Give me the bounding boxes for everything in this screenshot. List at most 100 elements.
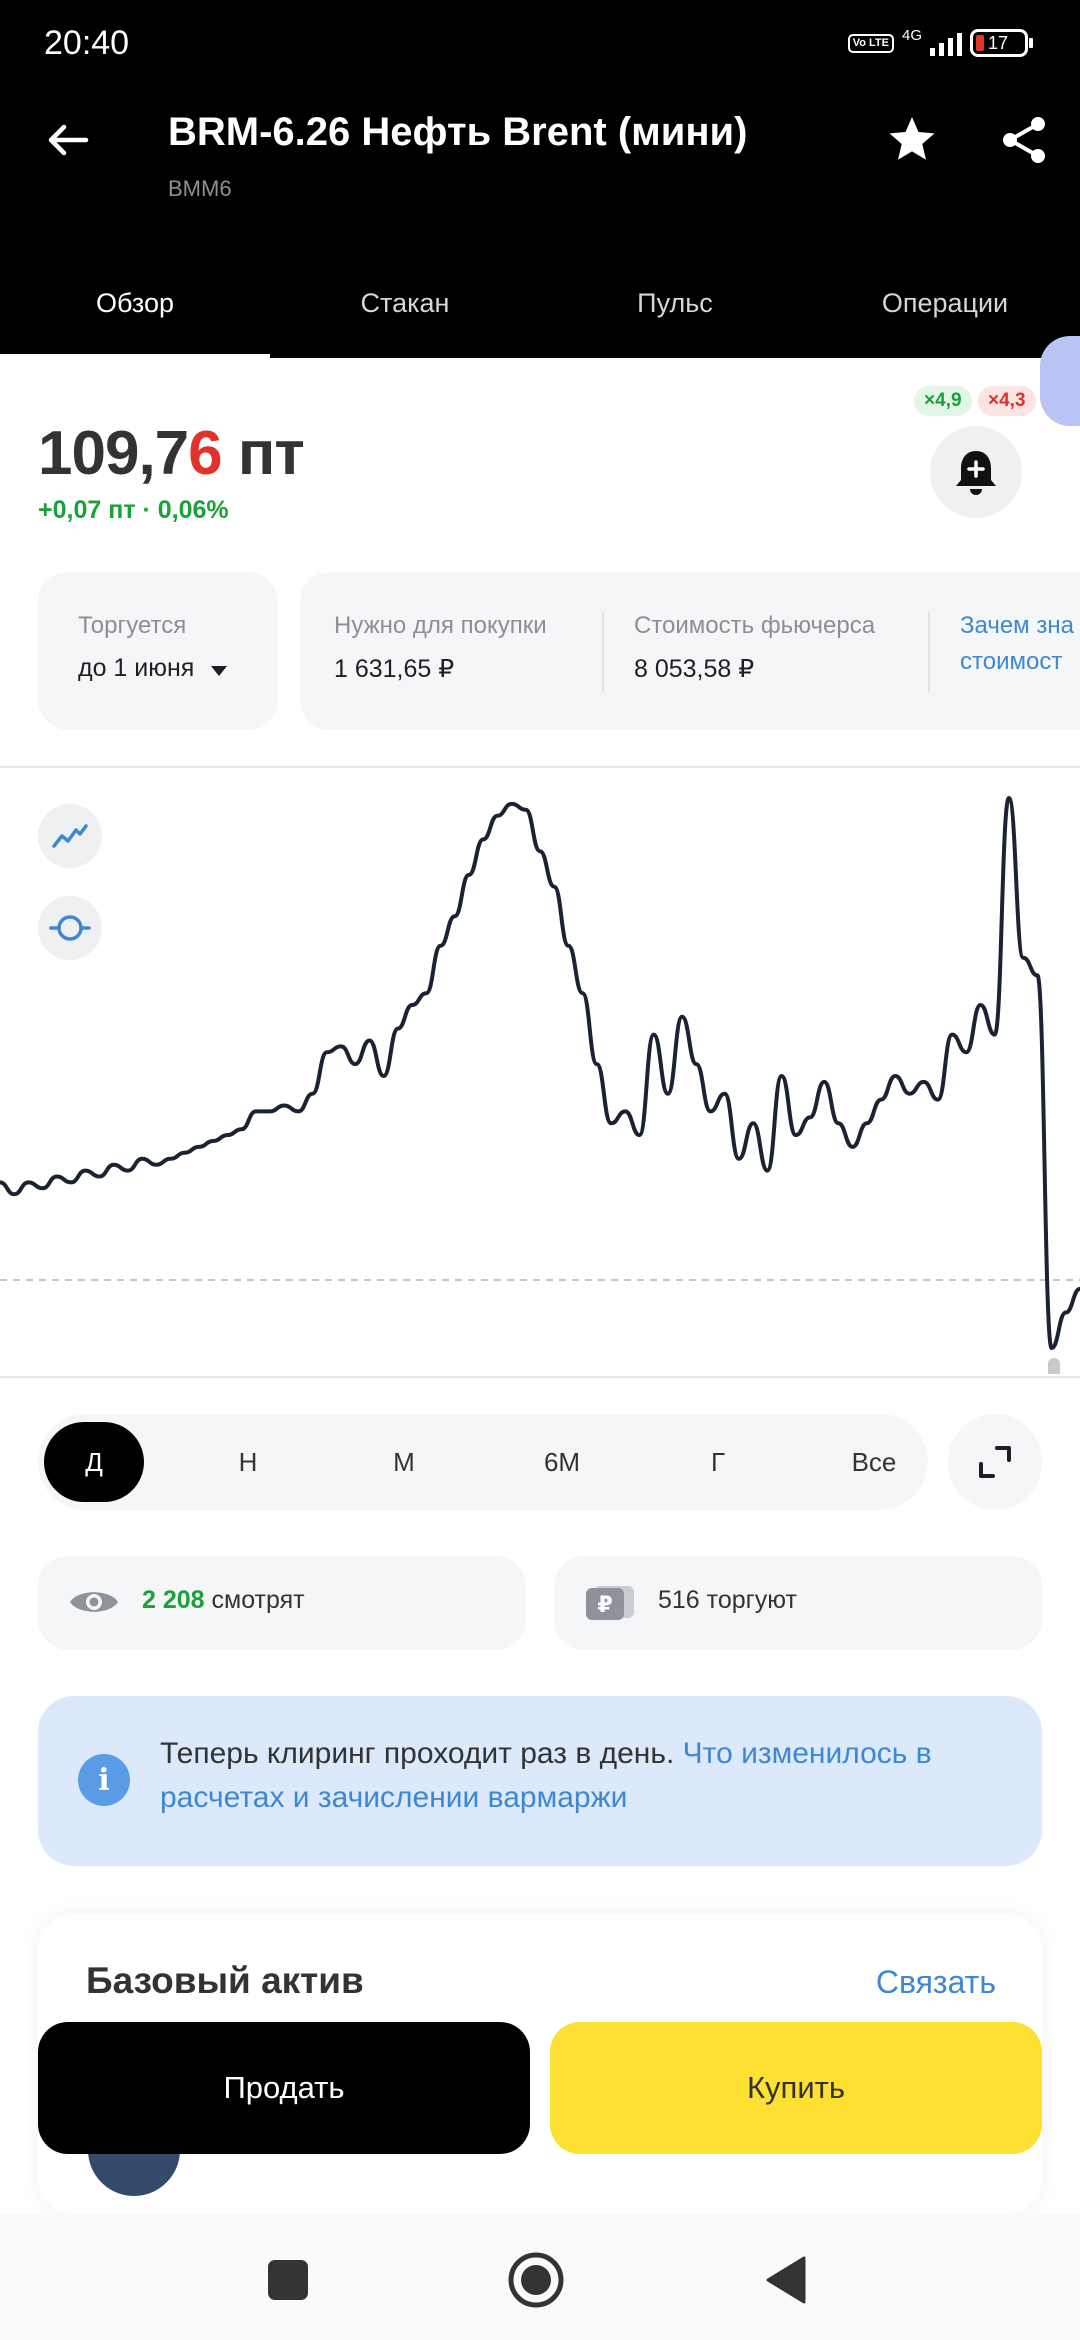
tab-operations[interactable]: Операции — [810, 270, 1080, 358]
recents-icon[interactable] — [258, 2250, 318, 2310]
back-arrow-icon[interactable] — [40, 112, 96, 168]
sell-button[interactable]: Продать — [38, 2022, 530, 2154]
chart-point — [667, 1093, 668, 1094]
why-know-link-line2[interactable]: стоимост — [960, 648, 1062, 676]
tab-order-book[interactable]: Стакан — [270, 270, 540, 358]
chart-point — [966, 1052, 967, 1053]
period-month[interactable]: М — [354, 1422, 454, 1502]
price-main: 109,7 — [38, 419, 189, 488]
chart-point — [980, 1005, 981, 1006]
chart-point — [383, 1076, 384, 1077]
share-icon[interactable] — [996, 112, 1052, 168]
status-time: 20:40 — [44, 24, 130, 62]
period-6months[interactable]: 6М — [512, 1422, 612, 1502]
chart-point — [412, 1005, 413, 1006]
chart-point — [483, 839, 484, 840]
chart-point — [284, 1105, 285, 1106]
chart-point — [525, 809, 526, 810]
chart-point — [795, 1135, 796, 1136]
info-icon: i — [78, 1754, 130, 1806]
buy-button[interactable]: Купить — [550, 2022, 1042, 2154]
ticker-label: BMM6 — [168, 176, 232, 201]
chart-point — [838, 1123, 839, 1124]
chart-point — [426, 993, 427, 994]
chart-point — [184, 1152, 185, 1153]
chart-point — [468, 874, 469, 875]
chart-point — [511, 803, 512, 804]
chart-point — [1037, 975, 1038, 976]
side-panel-tab[interactable] — [1040, 336, 1080, 426]
status-icons: Vo LTE 4G 17 — [847, 26, 1033, 60]
traders-label: торгуют — [699, 1586, 797, 1614]
chart-point — [227, 1135, 228, 1136]
chart-point — [895, 1076, 896, 1077]
crosshair-icon[interactable] — [38, 896, 102, 960]
tab-pulse[interactable]: Пульс — [540, 270, 810, 358]
price-change: +0,07 пт · 0,06% — [38, 496, 229, 524]
svg-text:₽: ₽ — [597, 1593, 612, 1618]
price-last-digit: 6 — [188, 419, 222, 488]
chart-point — [753, 1123, 754, 1124]
chart-plot[interactable] — [0, 768, 1080, 1376]
chart-point — [326, 1052, 327, 1053]
futures-info-card: Нужно для покупки 1 631,65 ₽ Стоимость ф… — [300, 572, 1080, 730]
period-week[interactable]: Н — [198, 1422, 298, 1502]
why-know-link[interactable]: Зачем зна — [960, 612, 1074, 640]
trading-period-card[interactable]: Торгуется до 1 июня — [38, 572, 278, 730]
chart-point — [923, 1081, 924, 1082]
chart-point — [213, 1141, 214, 1142]
alert-marker-icon — [1048, 1358, 1060, 1374]
chart-point — [170, 1158, 171, 1159]
star-icon[interactable] — [884, 112, 940, 168]
line-chart-icon[interactable] — [38, 804, 102, 868]
network-type: 4G — [901, 26, 922, 44]
base-asset-title: Базовый актив — [86, 1960, 364, 2001]
chart-point — [113, 1164, 114, 1165]
volte-icon: Vo LTE — [847, 33, 894, 53]
chart-point — [142, 1158, 143, 1159]
chart-point — [881, 1099, 882, 1100]
home-icon[interactable] — [506, 2250, 566, 2310]
watchers-text: 2 208 смотрят — [142, 1586, 305, 1615]
chart-point — [625, 1111, 626, 1112]
battery-level: 17 — [988, 32, 1009, 53]
chart-point — [198, 1146, 199, 1147]
period-day[interactable]: Д — [44, 1422, 144, 1502]
chart-point — [866, 1123, 867, 1124]
chart-point — [99, 1176, 100, 1177]
tab-overview[interactable]: Обзор — [0, 270, 270, 358]
chart-point — [127, 1170, 128, 1171]
current-price: 109,76 пт — [38, 418, 305, 489]
link-asset-button[interactable]: Связать — [876, 1964, 996, 2001]
ruble-card-icon: ₽ — [586, 1586, 634, 1620]
chart-point — [582, 993, 583, 994]
page-title: BRM-6.26 Нефть Brent (мини) — [168, 110, 748, 154]
chart-point — [937, 1099, 938, 1100]
caret-down-icon — [211, 666, 227, 676]
notice-text: Теперь клиринг проходит раз в день. Что … — [160, 1732, 1020, 1820]
fullscreen-button[interactable] — [948, 1414, 1042, 1510]
chart-point — [952, 1034, 953, 1035]
back-icon[interactable] — [756, 2250, 816, 2310]
chart-point — [852, 1146, 853, 1147]
chart-point — [1008, 798, 1009, 799]
chart-point — [255, 1111, 256, 1112]
watchers-stat: 2 208 смотрят — [38, 1556, 526, 1650]
system-navigation-bar — [0, 2214, 1080, 2340]
chart-point — [270, 1111, 271, 1112]
signal-icon — [930, 30, 962, 56]
chart-point — [738, 1158, 739, 1159]
trading-value: до 1 июня — [78, 654, 195, 682]
chart-point — [1051, 1348, 1052, 1349]
price-alert-button[interactable] — [930, 426, 1022, 518]
period-all[interactable]: Все — [824, 1422, 924, 1502]
chart-point — [454, 916, 455, 917]
chart-point — [42, 1188, 43, 1189]
chart-point — [568, 945, 569, 946]
price-chart[interactable] — [0, 766, 1080, 1378]
chart-point — [56, 1176, 57, 1177]
chart-point — [824, 1081, 825, 1082]
chart-point — [440, 945, 441, 946]
chart-point — [781, 1076, 782, 1077]
period-year[interactable]: Г — [668, 1422, 768, 1502]
